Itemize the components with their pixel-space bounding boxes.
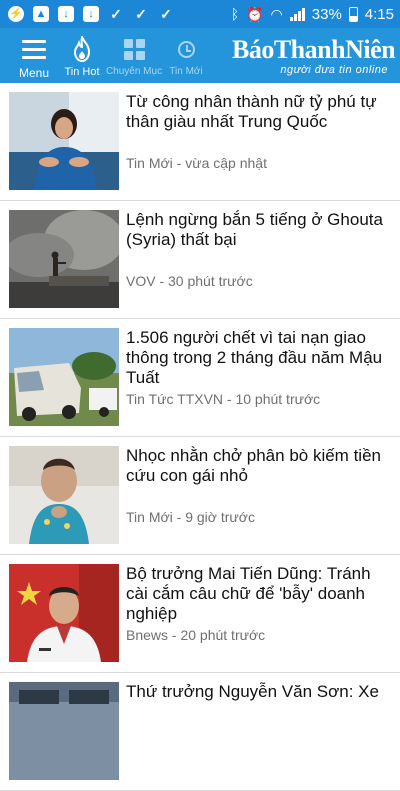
list-item[interactable]: Nhọc nhằn chở phân bò kiếm tiền cứu con … <box>0 437 400 555</box>
tab-tin-hot-label: Tin Hot <box>64 66 100 78</box>
list-item[interactable]: Từ công nhân thành nữ tỷ phú tự thân già… <box>0 83 400 201</box>
article-thumbnail <box>9 210 119 308</box>
tab-tin-moi-label: Tin Mới <box>169 66 203 77</box>
brand-name-part1: Báo <box>232 35 274 64</box>
list-item[interactable]: 1.506 người chết vì tai nạn giao thông t… <box>0 319 400 437</box>
article-meta: Tin Mới - vừa cập nhật <box>126 155 267 171</box>
hamburger-icon <box>22 39 46 59</box>
brand-tagline: người đưa tin online <box>280 64 388 76</box>
tab-chuyen-muc[interactable]: Chuyên Mục <box>106 28 162 83</box>
image-icon: ▲ <box>33 6 49 22</box>
article-title: Bộ trưởng Mai Tiến Dũng: Tránh cài cắm c… <box>126 564 371 623</box>
bluetooth-icon: ᛒ <box>230 6 240 22</box>
article-title: Thứ trưởng Nguyễn Văn Sơn: Xe <box>126 682 379 701</box>
article-title: 1.506 người chết vì tai nạn giao thông t… <box>126 328 383 387</box>
vk-icon: ✓ <box>135 6 147 22</box>
article-meta: Tin Mới - 9 giờ trước <box>126 509 255 525</box>
article-title: Từ công nhân thành nữ tỷ phú tự thân già… <box>126 92 377 131</box>
brand-name: BáoThanhNiên <box>232 35 396 64</box>
list-item[interactable]: Thứ trưởng Nguyễn Văn Sơn: Xe <box>0 673 400 791</box>
status-bar: ⚡ ▲ ↓ ↓ ✓ ✓ ✓ ᛒ ⏰ ◠ 33% 4:15 <box>0 0 400 28</box>
messenger-icon: ⚡ <box>8 6 24 22</box>
vk-icon: ✓ <box>110 6 122 22</box>
battery-percent: 33% <box>311 5 342 23</box>
list-item[interactable]: Lệnh ngừng bắn 5 tiếng ở Ghouta (Syria) … <box>0 201 400 319</box>
article-title: Lệnh ngừng bắn 5 tiếng ở Ghouta (Syria) … <box>126 210 383 249</box>
article-meta: Bnews - 20 phút trước <box>126 627 266 643</box>
signal-icon <box>289 7 305 21</box>
clock-icon <box>177 40 195 58</box>
battery-icon <box>348 6 358 22</box>
article-thumbnail <box>9 682 119 780</box>
article-thumbnail <box>9 92 119 190</box>
brand-logo: BáoThanhNiên người đưa tin online <box>232 35 396 77</box>
vk-icon: ✓ <box>160 6 172 22</box>
article-list: Từ công nhân thành nữ tỷ phú tự thân già… <box>0 83 400 791</box>
app-bar: Menu Tin Hot Chuyên Mục Tin Mới BáoThanh… <box>0 28 400 83</box>
grid-icon <box>123 38 145 60</box>
menu-button[interactable]: Menu <box>8 28 60 83</box>
brand-name-part2: ThanhNiên <box>273 35 396 64</box>
wifi-icon: ◠ <box>270 6 283 22</box>
article-title: Nhọc nhằn chở phân bò kiếm tiền cứu con … <box>126 446 381 485</box>
download-icon: ↓ <box>83 6 99 22</box>
clock-time: 4:15 <box>364 5 394 23</box>
tab-tin-hot[interactable]: Tin Hot <box>56 28 108 83</box>
menu-label: Menu <box>18 66 50 80</box>
article-meta: VOV - 30 phút trước <box>126 273 253 289</box>
flame-icon <box>73 36 91 62</box>
download-icon: ↓ <box>58 6 74 22</box>
article-thumbnail <box>9 446 119 544</box>
tab-chuyen-muc-label: Chuyên Mục <box>105 66 163 77</box>
alarm-icon: ⏰ <box>246 6 264 22</box>
article-meta: Tin Tức TTXVN - 10 phút trước <box>126 391 321 407</box>
list-item[interactable]: Bộ trưởng Mai Tiến Dũng: Tránh cài cắm c… <box>0 555 400 673</box>
article-thumbnail <box>9 328 119 426</box>
tab-tin-moi[interactable]: Tin Mới <box>160 28 212 83</box>
article-thumbnail <box>9 564 119 662</box>
